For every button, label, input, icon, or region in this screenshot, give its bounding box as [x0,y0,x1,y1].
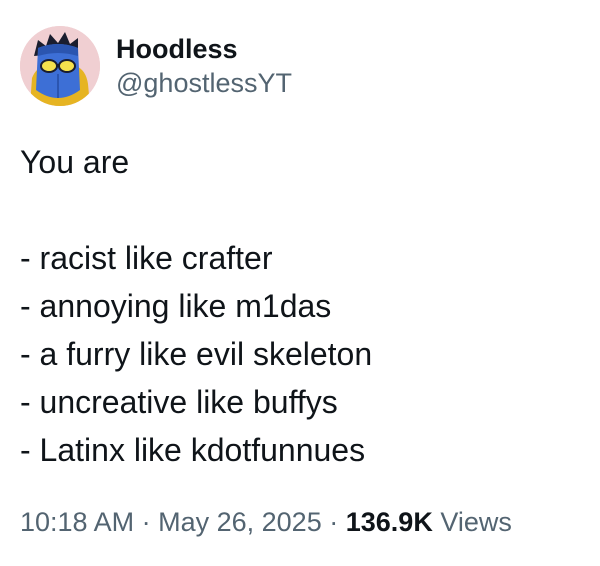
tweet-text-line: - annoying like m1das [20,288,332,324]
tweet-text-line: - uncreative like buffys [20,384,338,420]
tweet-text-line: - Latinx like kdotfunnues [20,432,366,468]
author-handle[interactable]: @ghostlessYT [116,66,292,100]
author-avatar[interactable] [20,26,100,106]
author-names: Hoodless @ghostlessYT [116,32,292,100]
tweet-time[interactable]: 10:18 AM [20,507,134,537]
tweet-date[interactable]: May 26, 2025 [158,507,322,537]
meta-separator: · [141,507,151,537]
tweet-meta: 10:18 AM · May 26, 2025 · 136.9K Views [20,505,512,539]
tweet-text-line: - a furry like evil skeleton [20,336,373,372]
views-count[interactable]: 136.9K [346,507,433,537]
masked-hooded-character-avatar-icon [20,26,100,106]
tweet-text-line: You are [20,144,130,180]
tweet-text-line: - racist like crafter [20,240,273,276]
meta-separator: · [329,507,339,537]
views-label: Views [440,507,512,537]
tweet-text: You are - racist like crafter - annoying… [20,138,580,474]
tweet-header: Hoodless @ghostlessYT [20,26,292,106]
author-display-name[interactable]: Hoodless [116,32,292,66]
tweet-card: Hoodless @ghostlessYT You are - racist l… [0,0,600,566]
